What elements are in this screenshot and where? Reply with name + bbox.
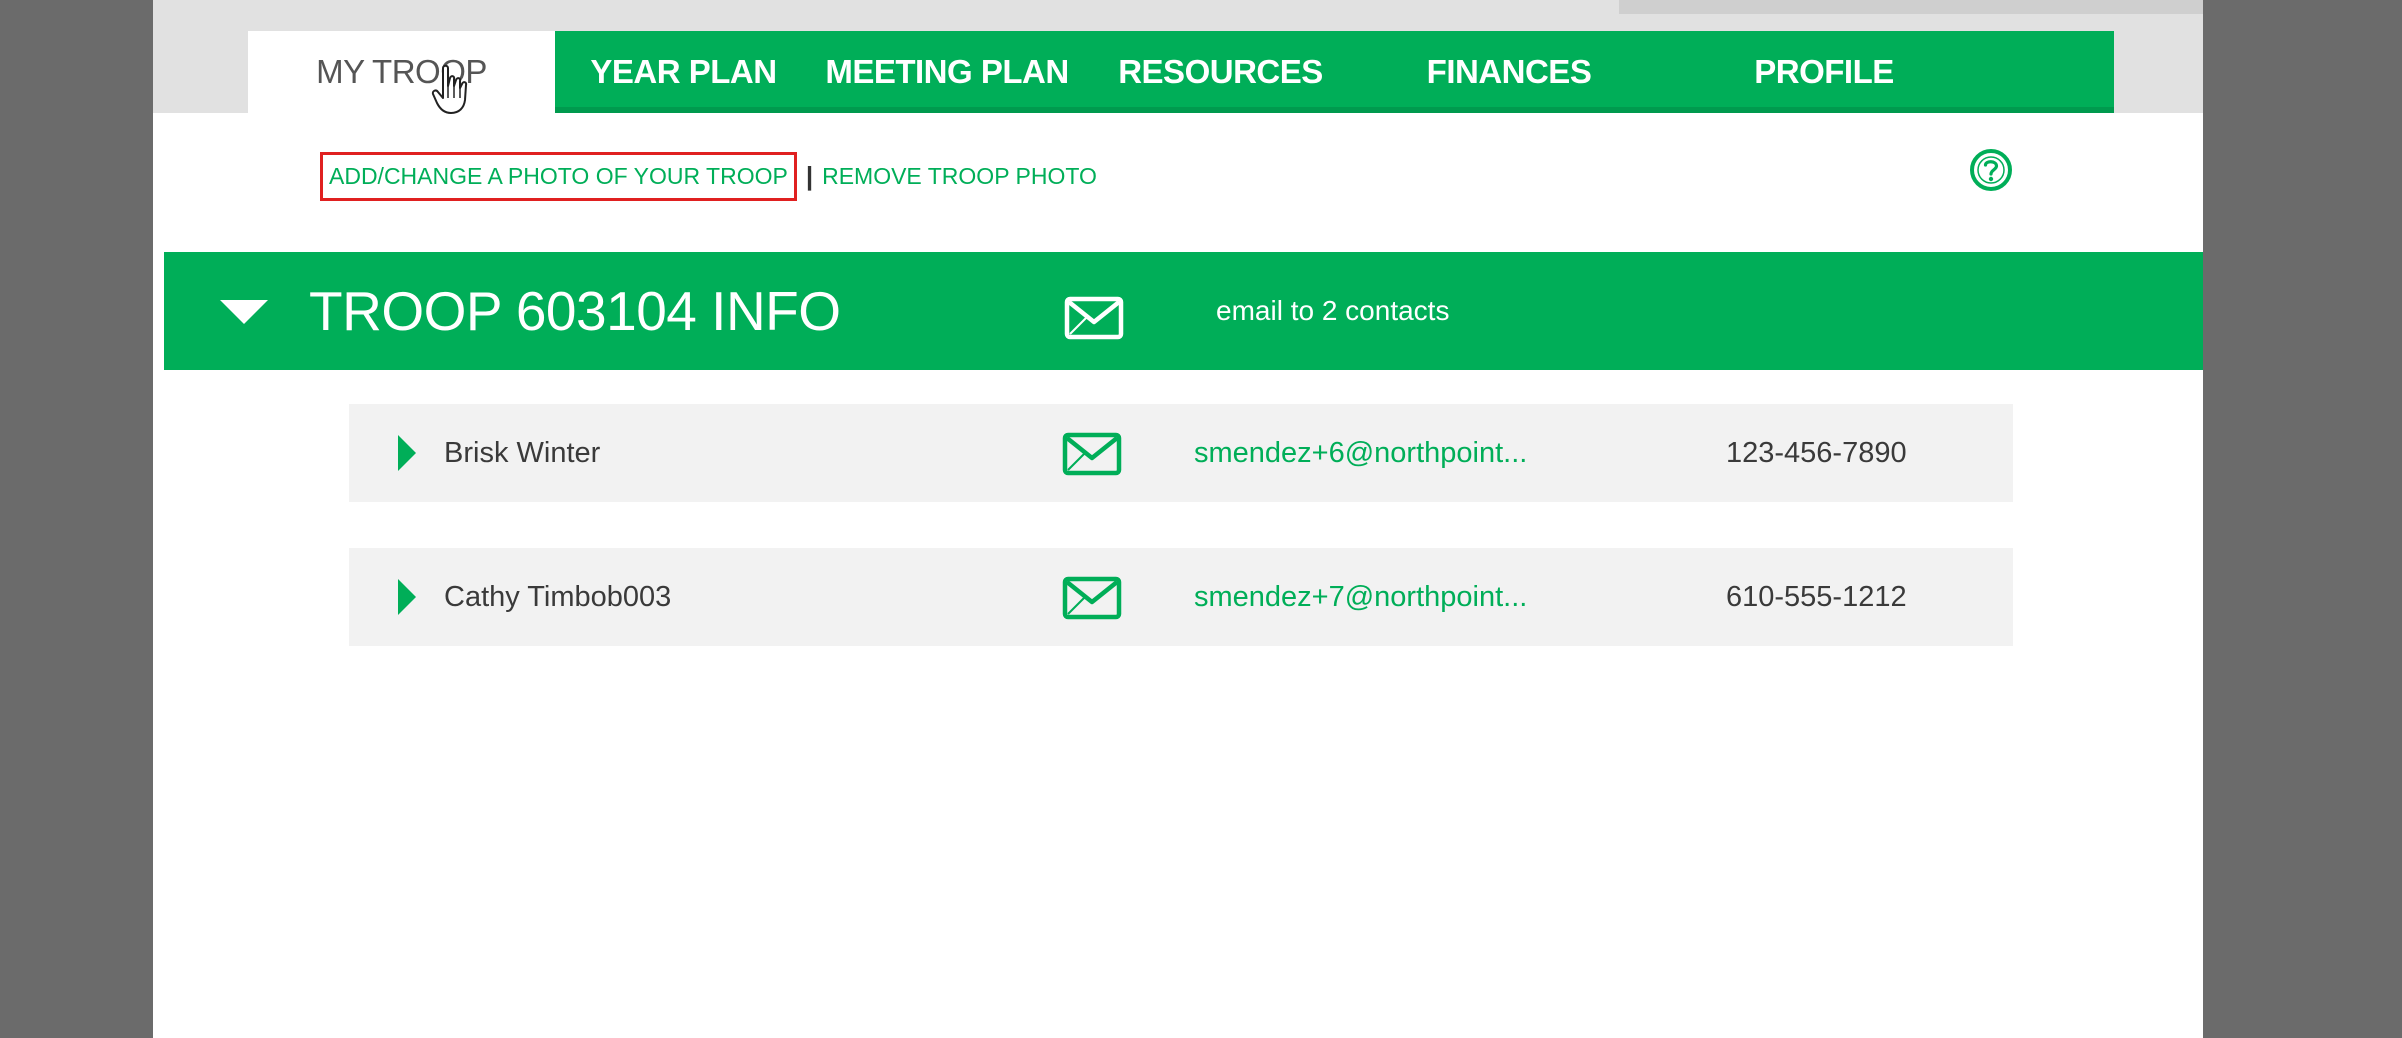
caret-right-icon[interactable]	[397, 434, 417, 472]
troop-title: TROOP 603104 INFO	[309, 280, 841, 342]
tab-meeting-plan[interactable]: MEETING PLAN	[812, 31, 1082, 113]
tab-year-plan[interactable]: YEAR PLAN	[555, 31, 812, 113]
envelope-icon[interactable]	[1064, 296, 1124, 340]
contact-row: Cathy Timbob003 smendez+7@northpoint... …	[349, 548, 2013, 646]
contact-phone: 123-456-7890	[1726, 437, 1907, 469]
troop-info-header[interactable]: TROOP 603104 INFO email to 2 contacts	[164, 252, 2203, 370]
page-panel: MY TROOP YEAR PLAN MEETING PLAN RESOURCE…	[153, 0, 2203, 1038]
email-contacts-link[interactable]: email to 2 contacts	[1216, 252, 1449, 370]
contact-email-link[interactable]: smendez+7@northpoint...	[1194, 548, 1527, 646]
hand-pointer-icon	[431, 64, 468, 114]
tab-profile[interactable]: PROFILE	[1659, 31, 1989, 113]
tab-my-troop[interactable]: MY TROOP	[248, 31, 555, 115]
contact-name: Brisk Winter	[444, 437, 601, 469]
contact-name: Cathy Timbob003	[444, 581, 672, 613]
top-bar-shade	[1619, 0, 2203, 14]
add-change-photo-link[interactable]: ADD/CHANGE A PHOTO OF YOUR TROOP	[320, 151, 797, 201]
envelope-icon[interactable]	[1062, 576, 1122, 620]
main-nav: MY TROOP YEAR PLAN MEETING PLAN RESOURCE…	[248, 31, 2114, 115]
contact-row: Brisk Winter smendez+6@northpoint... 123…	[349, 404, 2013, 502]
help-circle-icon[interactable]	[1969, 148, 2013, 192]
link-separator: |	[805, 160, 814, 191]
tab-finances[interactable]: FINANCES	[1359, 31, 1659, 113]
contact-phone: 610-555-1212	[1726, 581, 1907, 613]
contact-email-link[interactable]: smendez+6@northpoint...	[1194, 404, 1527, 502]
envelope-icon[interactable]	[1062, 432, 1122, 476]
tab-resources[interactable]: RESOURCES	[1082, 31, 1359, 113]
troop-photo-links: ADD/CHANGE A PHOTO OF YOUR TROOP | REMOV…	[320, 151, 1097, 201]
remove-photo-link[interactable]: REMOVE TROOP PHOTO	[822, 163, 1097, 190]
triangle-down-icon[interactable]	[218, 298, 270, 326]
caret-right-icon[interactable]	[397, 578, 417, 616]
nav-underline	[555, 107, 2114, 113]
